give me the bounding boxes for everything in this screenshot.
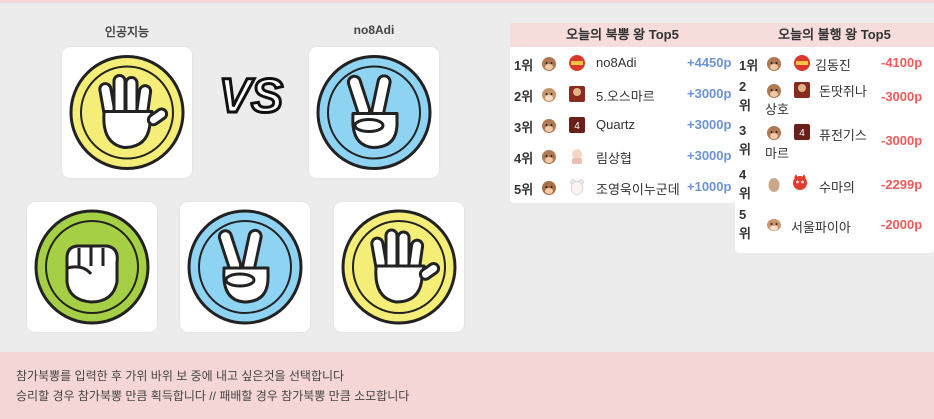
points-value: +3000p	[687, 117, 732, 132]
rank-label: 4위	[514, 151, 534, 166]
jersey-icon: 4	[568, 116, 586, 134]
paper-icon	[69, 55, 185, 170]
player-photo-icon	[568, 85, 586, 103]
player-photo-icon	[793, 81, 811, 99]
player-left-name: 인공지능	[104, 25, 150, 39]
top-accent-bar	[0, 0, 934, 3]
devil-icon	[791, 173, 809, 191]
points-value: -4100p	[881, 55, 923, 70]
rank-label: 5	[739, 207, 747, 222]
paper-icon	[341, 209, 457, 325]
egg-avatar-icon	[765, 175, 783, 193]
cow-avatar-icon	[765, 81, 783, 99]
jersey-icon: 4	[793, 123, 811, 141]
instruction-line-2: 승리할 경우 참가북뽕 만큼 획득합니다 // 패배할 경우 참가북뽕 만큼 소…	[16, 389, 410, 403]
instructions-footer: 참가북뽕를 입력한 후 가위 바위 보 중에 내고 싶은것을 선택합니다 승리할…	[0, 352, 934, 419]
rock-icon	[34, 209, 150, 325]
rank-label: 3위	[514, 120, 534, 135]
win-leaderboard-title: 오늘의 북뽕 왕 Top5	[510, 23, 735, 47]
cow-avatar-icon	[540, 85, 558, 103]
lose-leaderboard-row[interactable]: 1위 김동진 -4100p	[735, 47, 934, 77]
user-name-continued: 마르	[765, 146, 789, 161]
rank-label: 1위	[739, 58, 759, 73]
lose-leaderboard-row[interactable]: 3 위 4 퓨전기스 마르 -3000p	[735, 121, 934, 165]
user-name: 퓨전기스	[819, 128, 867, 143]
cow-avatar-icon	[765, 54, 783, 72]
lose-leaderboard-title: 오늘의 불행 왕 Top5	[735, 23, 934, 47]
cow-avatar-icon	[540, 178, 558, 196]
svg-text:4: 4	[574, 121, 580, 132]
rank-suffix: 위	[739, 98, 751, 113]
points-value: +1000p	[687, 179, 732, 194]
paper-choice-button[interactable]	[334, 202, 464, 332]
user-name: Quartz	[596, 117, 636, 132]
rank-label: 1위	[514, 58, 534, 73]
user-name-continued: 상호	[765, 102, 789, 117]
user-name: no8Adi	[596, 55, 637, 70]
cow-avatar-icon	[540, 54, 558, 72]
user-name: 5.오스마르	[596, 89, 655, 104]
user-name: 김동진	[815, 58, 851, 73]
user-name: 수마의	[819, 180, 855, 195]
svg-text:4: 4	[799, 128, 805, 139]
user-name: 돈땃쥐나	[819, 84, 867, 99]
cow-avatar-icon	[540, 116, 558, 134]
points-value: -2000p	[881, 217, 923, 232]
cow-avatar-icon	[765, 123, 783, 141]
points-value: -2299p	[881, 177, 923, 192]
scissors-icon	[316, 55, 432, 170]
rank-suffix: 위	[739, 186, 751, 201]
points-value: +3000p	[687, 86, 732, 101]
cow-avatar-icon	[765, 215, 783, 233]
club-badge-icon	[568, 54, 586, 72]
user-name: 조영욱이누군데	[596, 182, 680, 197]
points-value: -3000p	[881, 89, 923, 104]
rank-label: 2위	[514, 89, 534, 104]
lose-leaderboard-row[interactable]: 2 위 돈땃쥐나 상호 -3000p	[735, 77, 934, 121]
versus-text: VS	[219, 70, 283, 122]
cow-avatar-icon	[540, 147, 558, 165]
character-icon	[568, 147, 586, 165]
rank-label: 2	[739, 79, 747, 94]
points-value: -3000p	[881, 133, 923, 148]
rank-label: 3	[739, 123, 747, 138]
lose-leaderboard: 오늘의 불행 왕 Top5 1위 김동진 -4100p 2 위 돈땃쥐나 상호 …	[735, 23, 934, 253]
lose-leaderboard-row[interactable]: 5 위 서울파이아 -2000p	[735, 205, 934, 245]
rank-label: 4	[739, 167, 747, 182]
user-name: 서울파이아	[791, 220, 851, 235]
win-leaderboard-row[interactable]: 3위 4 Quartz +3000p	[510, 109, 735, 140]
points-value: +3000p	[687, 148, 732, 163]
win-leaderboard-row[interactable]: 5위 조영욱이누군데 +1000p	[510, 171, 735, 202]
versus-label: VS	[214, 66, 288, 125]
club-badge-icon	[793, 54, 811, 72]
bear-icon	[568, 178, 586, 196]
rank-label: 5위	[514, 182, 534, 197]
win-leaderboard-row[interactable]: 2위 5.오스마르 +3000p	[510, 78, 735, 109]
scissors-choice-button[interactable]	[180, 202, 310, 332]
user-name: 림상협	[596, 151, 632, 166]
points-value: +4450p	[687, 55, 732, 70]
scissors-icon	[187, 209, 303, 325]
player-right-name: no8Adi	[353, 23, 395, 37]
win-leaderboard-row[interactable]: 4위 림상협 +3000p	[510, 140, 735, 171]
player-right-hand-card	[309, 47, 439, 178]
win-leaderboard: 오늘의 북뽕 왕 Top5 1위 no8Adi +4450p 2위 5.오스마르…	[510, 23, 735, 203]
rock-choice-button[interactable]	[27, 202, 157, 332]
rank-suffix: 위	[739, 142, 751, 157]
lose-leaderboard-row[interactable]: 4 위 수마의 -2299p	[735, 165, 934, 205]
rank-suffix: 위	[739, 226, 751, 241]
instruction-line-1: 참가북뽕를 입력한 후 가위 바위 보 중에 내고 싶은것을 선택합니다	[16, 369, 345, 383]
win-leaderboard-row[interactable]: 1위 no8Adi +4450p	[510, 47, 735, 78]
player-left-hand-card	[62, 47, 192, 178]
